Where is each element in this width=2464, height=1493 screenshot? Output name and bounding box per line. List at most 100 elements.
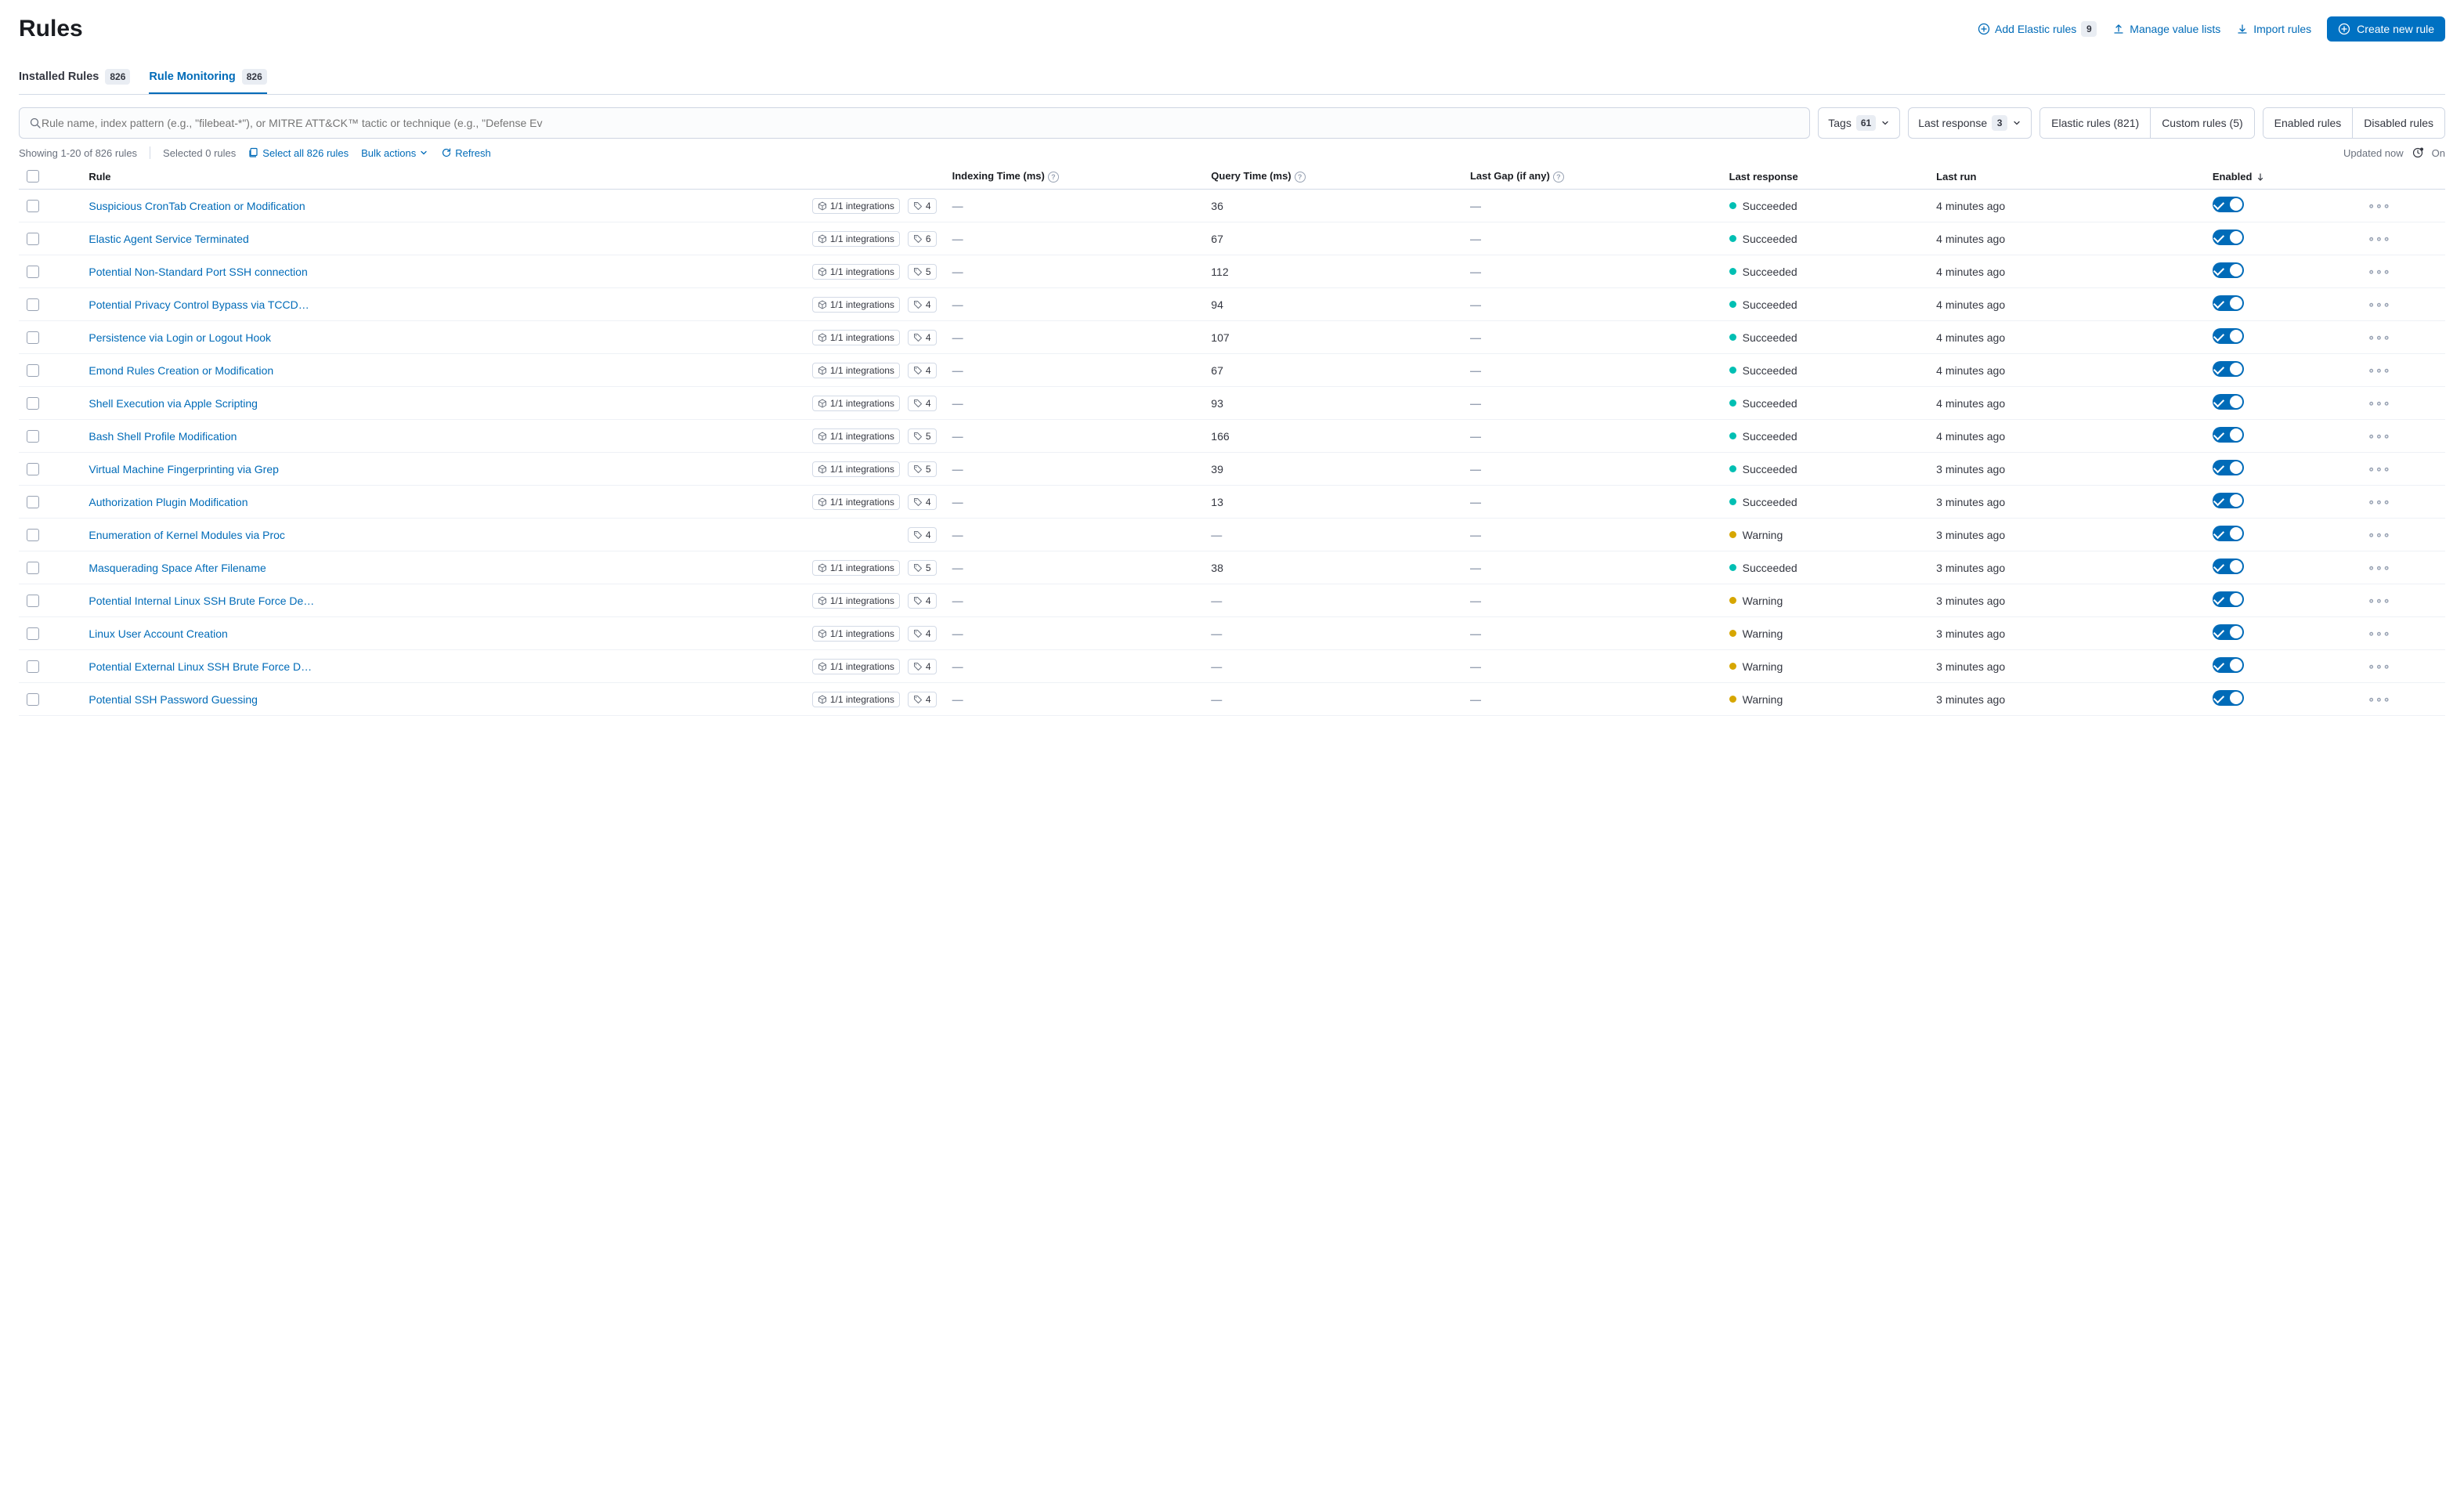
col-run-header[interactable]: Last run: [1936, 171, 1976, 183]
row-checkbox[interactable]: [27, 266, 39, 278]
integrations-badge[interactable]: 1/1 integrations: [812, 297, 900, 313]
rule-name-link[interactable]: Shell Execution via Apple Scripting: [89, 397, 258, 410]
rule-name-link[interactable]: Elastic Agent Service Terminated: [89, 233, 248, 245]
row-actions-button[interactable]: ∘∘∘: [2368, 232, 2390, 244]
bulk-actions-button[interactable]: Bulk actions: [361, 147, 428, 159]
rule-name-link[interactable]: Potential Non-Standard Port SSH connecti…: [89, 266, 307, 278]
tab-installed-rules[interactable]: Installed Rules 826: [19, 61, 130, 94]
row-checkbox[interactable]: [27, 595, 39, 607]
tags-badge[interactable]: 4: [908, 363, 937, 378]
integrations-badge[interactable]: 1/1 integrations: [812, 330, 900, 345]
row-actions-button[interactable]: ∘∘∘: [2368, 363, 2390, 376]
tags-badge[interactable]: 5: [908, 560, 937, 576]
refresh-button[interactable]: Refresh: [441, 147, 491, 159]
rule-name-link[interactable]: Virtual Machine Fingerprinting via Grep: [89, 463, 279, 475]
integrations-badge[interactable]: 1/1 integrations: [812, 494, 900, 510]
tags-badge[interactable]: 4: [908, 297, 937, 313]
rule-name-link[interactable]: Authorization Plugin Modification: [89, 496, 247, 508]
tags-badge[interactable]: 4: [908, 527, 937, 543]
enabled-toggle[interactable]: [2213, 624, 2244, 640]
col-enabled-header[interactable]: Enabled: [2213, 171, 2253, 183]
tags-badge[interactable]: 5: [908, 428, 937, 444]
info-icon[interactable]: ?: [1048, 172, 1059, 183]
row-actions-button[interactable]: ∘∘∘: [2368, 396, 2390, 409]
integrations-badge[interactable]: 1/1 integrations: [812, 396, 900, 411]
row-checkbox[interactable]: [27, 298, 39, 311]
row-checkbox[interactable]: [27, 693, 39, 706]
select-all-checkbox[interactable]: [27, 170, 39, 183]
col-indexing-header[interactable]: Indexing Time (ms): [952, 170, 1045, 182]
col-gap-header[interactable]: Last Gap (if any): [1470, 170, 1550, 182]
rule-name-link[interactable]: Potential External Linux SSH Brute Force…: [89, 660, 316, 673]
row-checkbox[interactable]: [27, 233, 39, 245]
custom-rules-filter[interactable]: Custom rules (5): [2150, 108, 2253, 138]
rule-name-link[interactable]: Masquerading Space After Filename: [89, 562, 266, 574]
col-query-header[interactable]: Query Time (ms): [1211, 170, 1291, 182]
integrations-badge[interactable]: 1/1 integrations: [812, 461, 900, 477]
row-checkbox[interactable]: [27, 496, 39, 508]
enabled-toggle[interactable]: [2213, 690, 2244, 706]
row-actions-button[interactable]: ∘∘∘: [2368, 265, 2390, 277]
row-checkbox[interactable]: [27, 200, 39, 212]
row-checkbox[interactable]: [27, 397, 39, 410]
rule-name-link[interactable]: Persistence via Login or Logout Hook: [89, 331, 271, 344]
row-checkbox[interactable]: [27, 562, 39, 574]
tags-filter[interactable]: Tags 61: [1818, 107, 1900, 139]
tags-badge[interactable]: 4: [908, 593, 937, 609]
row-checkbox[interactable]: [27, 430, 39, 443]
tags-badge[interactable]: 4: [908, 494, 937, 510]
enabled-toggle[interactable]: [2213, 493, 2244, 508]
rule-name-link[interactable]: Bash Shell Profile Modification: [89, 430, 237, 443]
row-checkbox[interactable]: [27, 627, 39, 640]
enabled-toggle[interactable]: [2213, 262, 2244, 278]
row-actions-button[interactable]: ∘∘∘: [2368, 594, 2390, 606]
row-checkbox[interactable]: [27, 463, 39, 475]
integrations-badge[interactable]: 1/1 integrations: [812, 560, 900, 576]
row-checkbox[interactable]: [27, 364, 39, 377]
enabled-toggle[interactable]: [2213, 394, 2244, 410]
row-checkbox[interactable]: [27, 660, 39, 673]
col-response-header[interactable]: Last response: [1729, 171, 1798, 183]
row-actions-button[interactable]: ∘∘∘: [2368, 561, 2390, 573]
tags-badge[interactable]: 4: [908, 692, 937, 707]
integrations-badge[interactable]: 1/1 integrations: [812, 428, 900, 444]
row-actions-button[interactable]: ∘∘∘: [2368, 660, 2390, 672]
rule-name-link[interactable]: Potential Internal Linux SSH Brute Force…: [89, 595, 316, 607]
integrations-badge[interactable]: 1/1 integrations: [812, 692, 900, 707]
tags-badge[interactable]: 4: [908, 626, 937, 642]
integrations-badge[interactable]: 1/1 integrations: [812, 231, 900, 247]
rule-name-link[interactable]: Potential SSH Password Guessing: [89, 693, 258, 706]
integrations-badge[interactable]: 1/1 integrations: [812, 264, 900, 280]
row-actions-button[interactable]: ∘∘∘: [2368, 298, 2390, 310]
search-input[interactable]: [42, 117, 1800, 129]
elastic-rules-filter[interactable]: Elastic rules (821): [2040, 108, 2150, 138]
enabled-toggle[interactable]: [2213, 591, 2244, 607]
integrations-badge[interactable]: 1/1 integrations: [812, 363, 900, 378]
row-actions-button[interactable]: ∘∘∘: [2368, 199, 2390, 211]
integrations-badge[interactable]: 1/1 integrations: [812, 626, 900, 642]
enabled-toggle[interactable]: [2213, 559, 2244, 574]
tags-badge[interactable]: 4: [908, 330, 937, 345]
rule-name-link[interactable]: Potential Privacy Control Bypass via TCC…: [89, 298, 316, 311]
enabled-rules-filter[interactable]: Enabled rules: [2263, 108, 2353, 138]
enabled-toggle[interactable]: [2213, 657, 2244, 673]
manage-value-lists-button[interactable]: Manage value lists: [2112, 23, 2220, 35]
disabled-rules-filter[interactable]: Disabled rules: [2352, 108, 2444, 138]
integrations-badge[interactable]: 1/1 integrations: [812, 198, 900, 214]
col-rule-header[interactable]: Rule: [89, 171, 110, 183]
enabled-toggle[interactable]: [2213, 197, 2244, 212]
row-checkbox[interactable]: [27, 529, 39, 541]
tab-rule-monitoring[interactable]: Rule Monitoring 826: [149, 61, 266, 94]
info-icon[interactable]: ?: [1295, 172, 1306, 183]
integrations-badge[interactable]: 1/1 integrations: [812, 659, 900, 674]
row-actions-button[interactable]: ∘∘∘: [2368, 692, 2390, 705]
search-input-wrapper[interactable]: [19, 107, 1810, 139]
enabled-toggle[interactable]: [2213, 295, 2244, 311]
select-all-button[interactable]: Select all 826 rules: [248, 147, 349, 159]
row-actions-button[interactable]: ∘∘∘: [2368, 429, 2390, 442]
integrations-badge[interactable]: 1/1 integrations: [812, 593, 900, 609]
row-actions-button[interactable]: ∘∘∘: [2368, 462, 2390, 475]
row-actions-button[interactable]: ∘∘∘: [2368, 528, 2390, 540]
add-elastic-rules-button[interactable]: Add Elastic rules 9: [1978, 21, 2097, 37]
info-icon[interactable]: ?: [1553, 172, 1564, 183]
